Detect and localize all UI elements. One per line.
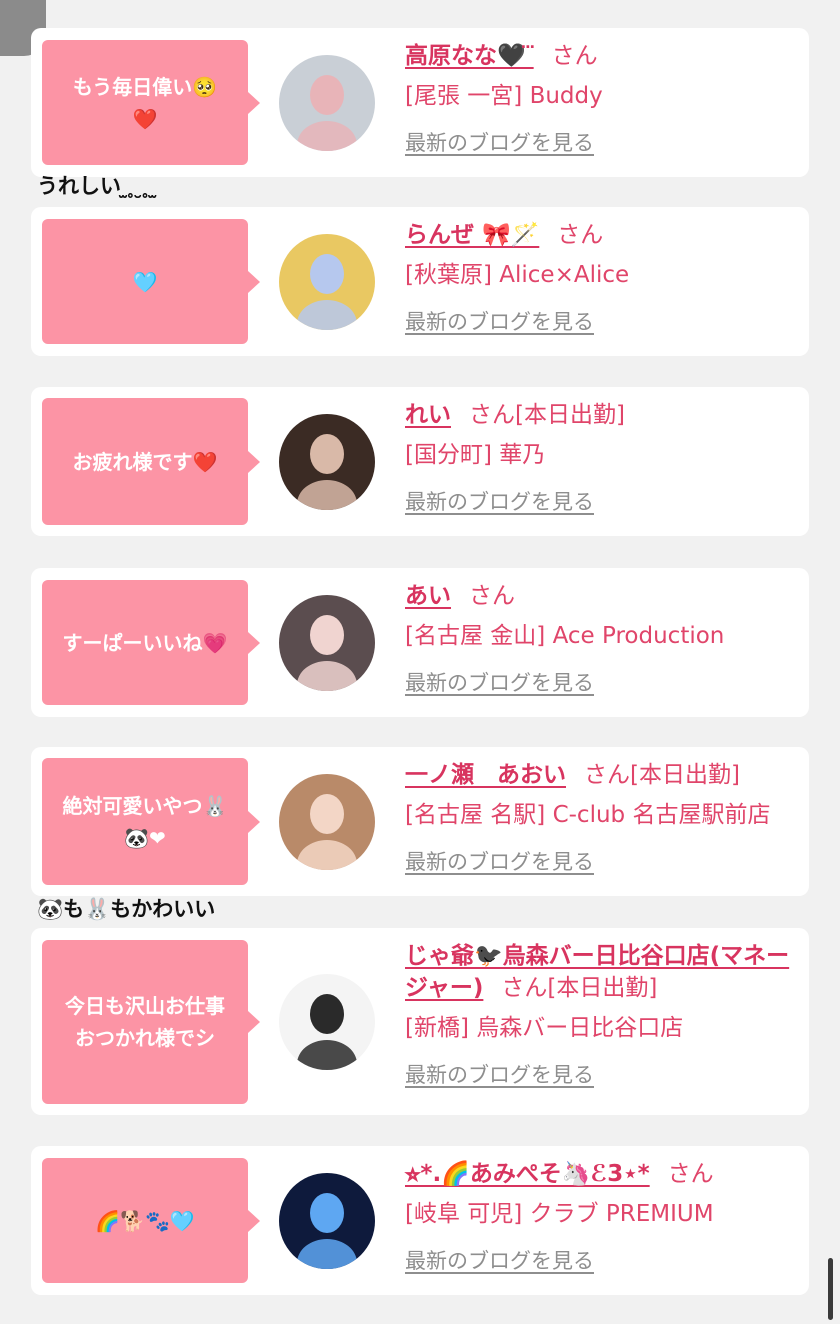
shop-label: [新橋] 烏森バー日比谷口店 <box>405 1015 684 1041</box>
user-comment: 🐼も🐰もかわいい <box>37 897 216 921</box>
comment-bubble: お疲れ様です❤️ <box>42 398 260 525</box>
portrait-photo-icon <box>279 234 375 330</box>
shop-label: [名古屋 名駅] C-club 名古屋駅前店 <box>405 802 771 828</box>
name-line: じゃ爺🐦‍⬛烏森バー日比谷口店(マネージャー) さん[本日出勤] <box>405 940 801 1004</box>
reaction-card: お疲れ様です❤️ れい さん[本日出勤] [国分町] 華乃最新のブログを見る <box>31 387 809 536</box>
honorific-status: さん <box>469 583 515 609</box>
cast-info: 高原なな🖤 ⃛ さん [尾張 一宮] Buddy 最新のブログを見る <box>405 40 801 158</box>
name-line: ⭐︎*.🌈あみぺそ🦄ℰ3⋆* さん <box>405 1158 801 1190</box>
blog-link-row: 最新のブログを見る <box>405 471 801 517</box>
latest-blog-link[interactable]: 最新のブログを見る <box>405 668 594 698</box>
avatar[interactable] <box>279 774 375 870</box>
name-line: あい さん <box>405 580 801 612</box>
reaction-card: もう毎日偉い🥺 ❤️ 高原なな🖤 ⃛ さん [尾張 一宮] Buddy 最新のブログを見… <box>31 28 809 177</box>
portrait-photo-icon <box>279 774 375 870</box>
shop-label: [名古屋 金山] Ace Production <box>405 623 725 649</box>
avatar[interactable] <box>279 55 375 151</box>
honorific-status: さん[本日出勤] <box>469 402 625 428</box>
honorific-status: さん <box>557 222 604 248</box>
avatar[interactable] <box>279 1173 375 1269</box>
shop-label: [国分町] 華乃 <box>405 442 546 468</box>
portrait-photo-icon <box>279 55 375 151</box>
name-line: 高原なな🖤 ⃛ さん <box>405 40 801 72</box>
cast-name-link[interactable]: あい <box>405 583 451 609</box>
comment-bubble: もう毎日偉い🥺 ❤️ <box>42 40 260 165</box>
cast-name-link[interactable]: れい <box>405 402 451 428</box>
cast-info: ⭐︎*.🌈あみぺそ🦄ℰ3⋆* さん [岐阜 可児] クラブ PREMIUM 最新のブロ… <box>405 1158 801 1276</box>
honorific-status: さん <box>551 43 598 69</box>
name-line: れい さん[本日出勤] <box>405 399 801 431</box>
avatar[interactable] <box>279 414 375 510</box>
shop-label: [秋葉原] Alice×Alice <box>405 262 630 288</box>
comment-bubble: 今日も沢山お仕事 おつかれ様でシ <box>42 940 260 1104</box>
avatar[interactable] <box>279 974 375 1070</box>
latest-blog-link[interactable]: 最新のブログを見る <box>405 1060 594 1090</box>
cast-name-link[interactable]: 高原なな🖤 ⃛ <box>405 43 534 69</box>
blog-link-row: 最新のブログを見る <box>405 831 801 877</box>
honorific-status: さん <box>667 1161 714 1187</box>
comment-bubble: 🩵 <box>42 219 260 344</box>
cast-name-link[interactable]: らんぜ 🎀🪄 <box>405 222 539 248</box>
cast-info: じゃ爺🐦‍⬛烏森バー日比谷口店(マネージャー) さん[本日出勤] [新橋] 烏森バー… <box>405 940 801 1090</box>
avatar[interactable] <box>279 595 375 691</box>
comment-bubble: すーぱーいいね💗 <box>42 580 260 705</box>
cast-info: あい さん [名古屋 金山] Ace Production 最新のブログを見る <box>405 580 801 698</box>
portrait-photo-icon <box>279 595 375 691</box>
comment-bubble: 絶対可愛いやつ🐰 🐼❤ <box>42 758 260 885</box>
latest-blog-link[interactable]: 最新のブログを見る <box>405 128 594 158</box>
blog-link-row: 最新のブログを見る <box>405 1044 801 1090</box>
honorific-status: さん[本日出勤] <box>584 762 740 788</box>
reaction-card: 絶対可愛いやつ🐰 🐼❤ 一ノ瀬 あおい さん[本日出勤] [名古屋 名駅] C-clu… <box>31 747 809 896</box>
reaction-card: 🩵 らんぜ 🎀🪄 さん [秋葉原] Alice×Alice 最新のブログを見る <box>31 207 809 356</box>
blog-link-row: 最新のブログを見る <box>405 1230 801 1276</box>
blog-link-row: 最新のブログを見る <box>405 652 801 698</box>
reaction-card: 今日も沢山お仕事 おつかれ様でシ じゃ爺🐦‍⬛烏森バー日比谷口店(マネージャー) さ… <box>31 928 809 1115</box>
latest-blog-link[interactable]: 最新のブログを見る <box>405 487 594 517</box>
latest-blog-link[interactable]: 最新のブログを見る <box>405 307 594 337</box>
cast-name-link[interactable]: 一ノ瀬 あおい <box>405 762 566 788</box>
honorific-status: さん[本日出勤] <box>501 975 658 1001</box>
user-comment: うれしい ̫ ̥ ̮ ̥ ̫ <box>37 174 158 198</box>
cast-info: れい さん[本日出勤] [国分町] 華乃最新のブログを見る <box>405 399 801 517</box>
reaction-card: 🌈🐕🐾🩵 ⭐︎*.🌈あみぺそ🦄ℰ3⋆* さん [岐阜 可児] クラブ PREMIUM 最… <box>31 1146 809 1295</box>
cast-info: らんぜ 🎀🪄 さん [秋葉原] Alice×Alice 最新のブログを見る <box>405 219 801 337</box>
shop-label: [尾張 一宮] Buddy <box>405 83 603 109</box>
blog-link-row: 最新のブログを見る <box>405 112 801 158</box>
latest-blog-link[interactable]: 最新のブログを見る <box>405 1246 594 1276</box>
name-line: 一ノ瀬 あおい さん[本日出勤] <box>405 759 801 791</box>
latest-blog-link[interactable]: 最新のブログを見る <box>405 847 594 877</box>
portrait-photo-icon <box>279 1173 375 1269</box>
shop-label: [岐阜 可児] クラブ PREMIUM <box>405 1201 714 1227</box>
reaction-card: すーぱーいいね💗 あい さん [名古屋 金山] Ace Production 最新のブロ… <box>31 568 809 717</box>
blog-link-row: 最新のブログを見る <box>405 291 801 337</box>
cast-info: 一ノ瀬 あおい さん[本日出勤] [名古屋 名駅] C-club 名古屋駅前店最新の… <box>405 759 801 877</box>
avatar[interactable] <box>279 234 375 330</box>
name-line: らんぜ 🎀🪄 さん <box>405 219 801 251</box>
comment-bubble: 🌈🐕🐾🩵 <box>42 1158 260 1283</box>
portrait-photo-icon <box>279 414 375 510</box>
scrollbar[interactable] <box>828 1258 833 1320</box>
cast-name-link[interactable]: ⭐︎*.🌈あみぺそ🦄ℰ3⋆* <box>405 1161 650 1187</box>
portrait-photo-icon <box>279 974 375 1070</box>
